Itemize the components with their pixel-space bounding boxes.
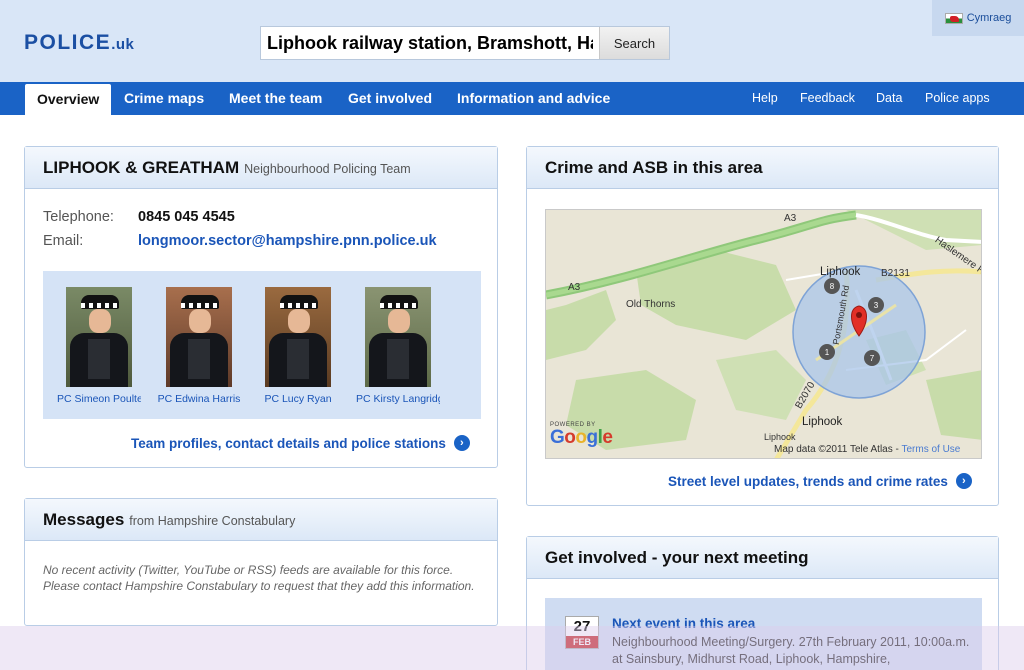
messages-subtitle: from Hampshire Constabulary <box>129 514 296 528</box>
search-bar: Search <box>260 26 670 60</box>
map-road-label: A3 <box>568 282 581 293</box>
nav-tab-overview[interactable]: Overview <box>25 84 112 115</box>
crime-panel: Crime and ASB in this area 8 3 1 7 A3 A3… <box>526 146 999 506</box>
officer-card[interactable]: PC Edwina Harris <box>157 287 241 405</box>
nav-tab-information[interactable]: Information and advice <box>457 82 610 115</box>
officer-name[interactable]: PC Simeon Poulter <box>57 393 141 405</box>
officer-photo <box>66 287 132 387</box>
map-road-label: B2131 <box>881 268 910 279</box>
logo-main-text: POLICE <box>24 31 112 54</box>
street-level-link[interactable]: Street level updates, trends and crime r… <box>668 473 972 489</box>
officer-name[interactable]: PC Kirsty Langridge <box>356 393 440 405</box>
nav-help-link[interactable]: Help <box>752 82 778 115</box>
map-town-label: Liphook <box>802 416 843 428</box>
street-level-link-text: Street level updates, trends and crime r… <box>668 473 948 489</box>
meeting-panel-header: Get involved - your next meeting <box>527 537 998 579</box>
map-data-text: Map data ©2011 Tele Atlas - <box>774 444 899 455</box>
nav-data-link[interactable]: Data <box>876 82 902 115</box>
officer-name[interactable]: PC Edwina Harris <box>157 393 241 405</box>
event-description: Neighbourhood Meeting/Surgery. 27th Febr… <box>612 635 970 666</box>
telephone-label: Telephone: <box>43 209 114 225</box>
chevron-right-icon: › <box>955 473 972 489</box>
crime-cluster[interactable]: 8 <box>830 282 835 291</box>
chevron-right-icon: › <box>453 435 470 451</box>
google-wordmark: Google <box>550 427 613 448</box>
location-search-input[interactable] <box>261 27 599 59</box>
calendar-month: FEB <box>566 636 598 648</box>
messages-panel-header: Messages from Hampshire Constabulary <box>25 499 497 541</box>
crime-panel-header: Crime and ASB in this area <box>527 147 998 189</box>
map-town-label: Liphook <box>764 432 796 442</box>
messages-panel: Messages from Hampshire Constabulary No … <box>24 498 498 626</box>
police-uk-logo[interactable]: POLICE.uk <box>24 31 134 55</box>
calendar-day: 27 <box>573 618 591 635</box>
meeting-panel: Get involved - your next meeting 27 FEB … <box>526 536 999 670</box>
map-attribution: Map data ©2011 Tele Atlas - Terms of Use <box>774 444 960 455</box>
language-link[interactable]: Cymraeg <box>967 12 1012 24</box>
map-town-label: Liphook <box>820 266 861 278</box>
officer-card[interactable]: PC Simeon Poulter <box>57 287 141 405</box>
telephone-value: 0845 045 4545 <box>138 209 235 225</box>
crime-cluster[interactable]: 1 <box>825 348 830 357</box>
officer-card[interactable]: PC Lucy Ryan <box>256 287 340 405</box>
map-road-label: A3 <box>784 213 797 224</box>
officer-photo <box>365 287 431 387</box>
welsh-flag-icon <box>944 12 963 24</box>
nav-tab-get-involved[interactable]: Get involved <box>348 82 432 115</box>
logo-suffix-text: .uk <box>111 36 135 53</box>
event-title-link[interactable]: Next event in this area <box>612 616 755 631</box>
team-profiles-link[interactable]: Team profiles, contact details and polic… <box>131 435 470 451</box>
meeting-panel-title: Get involved - your next meeting <box>545 547 809 567</box>
team-panel-header: LIPHOOK & GREATHAM Neighbourhood Policin… <box>25 147 497 189</box>
terms-of-use-link[interactable]: Terms of Use <box>901 444 960 455</box>
officer-photo <box>265 287 331 387</box>
messages-empty-text: No recent activity (Twitter, YouTube or … <box>43 563 475 593</box>
officer-photo <box>166 287 232 387</box>
site-header: POLICE.uk Search Cymraeg <box>0 0 1024 82</box>
calendar-icon: 27 FEB <box>565 616 599 649</box>
nav-police-apps-link[interactable]: Police apps <box>925 82 990 115</box>
team-panel: LIPHOOK & GREATHAM Neighbourhood Policin… <box>24 146 498 468</box>
officer-card[interactable]: PC Kirsty Langridge <box>356 287 440 405</box>
crime-cluster[interactable]: 7 <box>870 354 875 363</box>
language-switch[interactable]: Cymraeg <box>932 0 1024 36</box>
officer-gallery: PC Simeon Poulter PC Edwina Harris PC Lu… <box>43 271 481 419</box>
team-name: LIPHOOK & GREATHAM <box>43 157 240 177</box>
officer-name[interactable]: PC Lucy Ryan <box>256 393 340 405</box>
search-button[interactable]: Search <box>599 27 669 59</box>
nav-tab-crime-maps[interactable]: Crime maps <box>124 82 204 115</box>
google-logo: POWERED BY Google <box>550 422 613 448</box>
map-place-label: Old Thorns <box>626 299 676 310</box>
nav-tab-meet-the-team[interactable]: Meet the team <box>229 82 322 115</box>
main-nav: Overview Crime maps Meet the team Get in… <box>0 82 1024 115</box>
email-link[interactable]: longmoor.sector@hampshire.pnn.police.uk <box>138 233 437 249</box>
team-subtitle: Neighbourhood Policing Team <box>244 162 411 176</box>
crime-panel-title: Crime and ASB in this area <box>545 157 763 177</box>
next-event: 27 FEB Next event in this area Neighbour… <box>545 598 982 670</box>
nav-feedback-link[interactable]: Feedback <box>800 82 855 115</box>
email-label: Email: <box>43 233 84 249</box>
team-profiles-link-text: Team profiles, contact details and polic… <box>131 435 446 451</box>
messages-title: Messages <box>43 509 125 529</box>
crime-map[interactable]: 8 3 1 7 A3 A3 Liphook B2131 Haslemere Rd… <box>545 209 982 459</box>
crime-cluster[interactable]: 3 <box>874 301 879 310</box>
